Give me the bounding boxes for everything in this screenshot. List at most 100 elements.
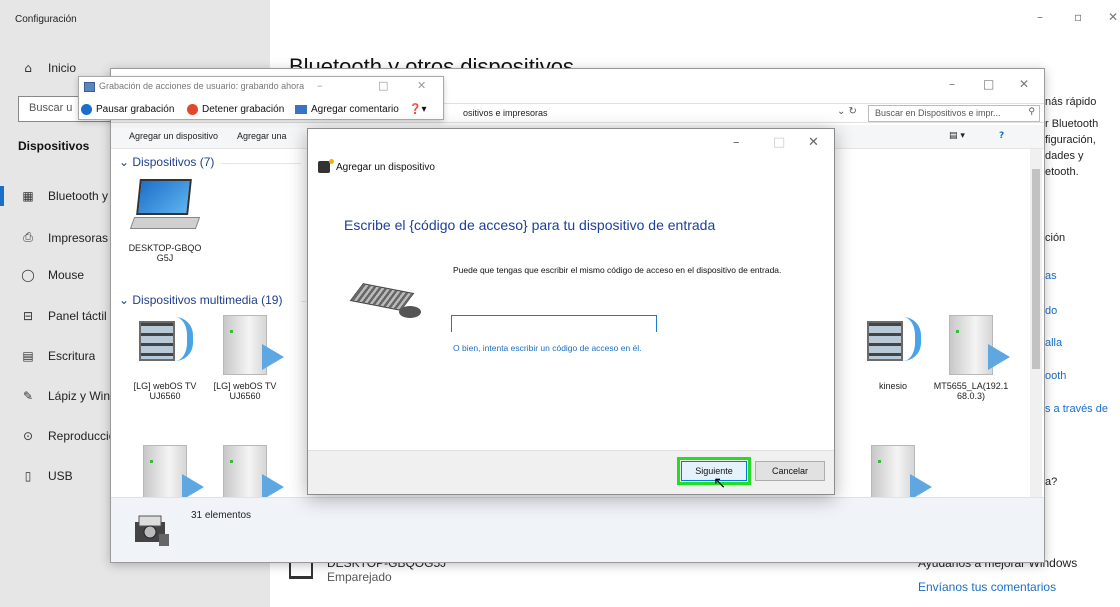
keyboard-mouse-icon (349, 283, 423, 324)
close-icon[interactable]: ✕ (1019, 77, 1029, 91)
printer-icon: ⎙ (23, 230, 33, 244)
autoplay-icon: ⊙ (22, 429, 34, 443)
add-printer-command[interactable]: Agregar una (237, 131, 287, 141)
stop-label: Detener grabación (202, 104, 285, 115)
nav-item-home[interactable]: ⌂ Inicio (20, 61, 76, 75)
add-device-command[interactable]: Agregar un dispositivo (129, 131, 218, 141)
device-label: kinesio (878, 381, 907, 391)
item-count: 31 elementos (191, 510, 252, 521)
close-icon[interactable]: ✕ (808, 135, 819, 150)
passcode-field[interactable] (452, 317, 656, 332)
explorer-search-placeholder: Buscar en Dispositivos e impr... (875, 108, 1001, 118)
nav-item-label: USB (48, 469, 73, 483)
right-text: figuración, (1045, 134, 1096, 146)
device-item[interactable]: [LG] webOS TV UJ6560 (205, 315, 285, 402)
nav-section-header: Dispositivos (18, 139, 90, 153)
stop-recording-button[interactable]: Detener grabación (187, 104, 284, 115)
laptop-icon (129, 179, 201, 237)
nav-item-bluetooth[interactable]: ▦ Bluetooth y c (20, 189, 117, 203)
right-link[interactable]: do (1045, 305, 1057, 317)
alt-passcode-link[interactable]: O bien, intenta escribir un código de ac… (453, 343, 642, 353)
usb-icon: ▯ (24, 469, 32, 483)
maximize-icon: □ (773, 135, 786, 150)
right-text: r Bluetooth (1045, 118, 1099, 130)
group-title: Dispositivos (7) (132, 155, 215, 169)
mouse-cursor-icon: ↖ (713, 473, 727, 492)
nav-item-mouse[interactable]: ◯ Mouse (20, 268, 84, 282)
feedback-link[interactable]: Envíanos tus comentarios (918, 580, 1056, 594)
close-icon[interactable]: ✕ (417, 79, 426, 92)
add-device-icon (318, 159, 334, 173)
minimize-icon[interactable]: – (1037, 10, 1043, 24)
pause-recording-button[interactable]: Pausar grabación (81, 104, 174, 115)
dialog-header: Agregar un dispositivo (318, 159, 435, 173)
minimize-icon[interactable]: – (317, 79, 323, 92)
vertical-scrollbar[interactable] (1030, 149, 1042, 499)
nav-item-label: Reproducció (48, 429, 116, 443)
pen-icon: ✎ (22, 389, 34, 403)
scrollbar-thumb[interactable] (1032, 169, 1040, 369)
nav-item-typing[interactable]: ▤ Escritura (20, 349, 95, 363)
monitor-icon (289, 561, 313, 579)
group-title: Dispositivos multimedia (19) (132, 293, 283, 307)
keyboard-icon: ▤ (22, 349, 34, 363)
bluetooth-devices-icon: ▦ (22, 189, 34, 203)
recorder-app-icon (84, 82, 95, 92)
nav-item-printers[interactable]: ⎙ Impresoras y (20, 230, 117, 245)
device-item[interactable]: kinesio (853, 315, 933, 391)
maximize-icon[interactable]: ▫ (1074, 10, 1082, 24)
passcode-input[interactable] (451, 315, 657, 332)
device-label: [LG] webOS TV UJ6560 (133, 381, 197, 402)
nav-selected-indicator (0, 186, 4, 206)
refresh-icon[interactable]: ⌄ ↻ (837, 106, 857, 117)
comment-label: Agregar comentario (311, 104, 399, 115)
view-options-icon[interactable]: ▤ ▾ (949, 131, 965, 141)
device-item[interactable]: [LG] webOS TV UJ6560 (125, 315, 205, 402)
pause-icon (81, 104, 92, 115)
help-icon[interactable]: ❓▾ (409, 104, 426, 115)
nav-item-autoplay[interactable]: ⊙ Reproducció (20, 429, 115, 443)
mouse-icon: ◯ (21, 268, 35, 282)
search-icon: ⚲ (1028, 107, 1035, 117)
media-server-icon (949, 315, 1010, 375)
device-label: DESKTOP-GBQO G5J (128, 243, 202, 264)
close-icon[interactable]: ✕ (1108, 10, 1118, 24)
device-label: [LG] webOS TV UJ6560 (213, 381, 277, 402)
maximize-icon[interactable]: □ (983, 77, 994, 91)
device-item[interactable]: MT5655_LA(192.1 68.0.3) (931, 315, 1011, 402)
dialog-header-label: Agregar un dispositivo (336, 161, 435, 173)
comment-icon (295, 105, 307, 114)
group-header-devices[interactable]: ⌄ Dispositivos (7) (119, 155, 214, 169)
device-item[interactable]: DESKTOP-GBQO G5J (125, 179, 205, 264)
right-link[interactable]: as (1045, 270, 1057, 282)
right-link[interactable]: alla (1045, 337, 1062, 349)
dialog-description: Puede que tengas que escribir el mismo c… (453, 265, 782, 275)
nav-item-label: Panel táctil (48, 309, 107, 323)
right-text: etooth. (1045, 166, 1079, 178)
media-server-icon (223, 445, 284, 505)
minimize-icon[interactable]: – (949, 77, 955, 91)
right-link[interactable]: ooth (1045, 370, 1066, 382)
recorder-title: Grabación de acciones de usuario: graban… (99, 81, 305, 91)
nav-item-usb[interactable]: ▯ USB (20, 469, 73, 483)
add-comment-button[interactable]: Agregar comentario (295, 104, 399, 115)
maximize-icon[interactable]: □ (378, 79, 388, 92)
cancel-button[interactable]: Cancelar (755, 461, 825, 481)
right-text: dades y (1045, 150, 1084, 162)
settings-search-text: Buscar u (29, 102, 73, 114)
nav-item-pen[interactable]: ✎ Lápiz y Wind (20, 389, 117, 403)
explorer-search-input[interactable]: Buscar en Dispositivos e impr... ⚲ (868, 105, 1040, 122)
right-link[interactable]: s a través de (1045, 403, 1108, 415)
nav-item-label: Escritura (48, 349, 96, 363)
nav-item-label: Lápiz y Wind (48, 389, 117, 403)
group-header-media[interactable]: ⌄ Dispositivos multimedia (19) (119, 293, 282, 307)
nav-item-touchpad[interactable]: ⊟ Panel táctil (20, 309, 107, 323)
minimize-icon[interactable]: – (733, 135, 740, 150)
device-status: Emparejado (327, 570, 392, 584)
nav-item-label: Inicio (48, 61, 77, 75)
media-device-icon (135, 315, 195, 375)
help-icon[interactable]: ? (999, 131, 1004, 141)
dialog-footer: Siguiente Cancelar (308, 450, 834, 494)
group-divider (221, 163, 301, 164)
add-device-dialog: – □ ✕ Agregar un dispositivo Escribe el … (307, 128, 835, 495)
